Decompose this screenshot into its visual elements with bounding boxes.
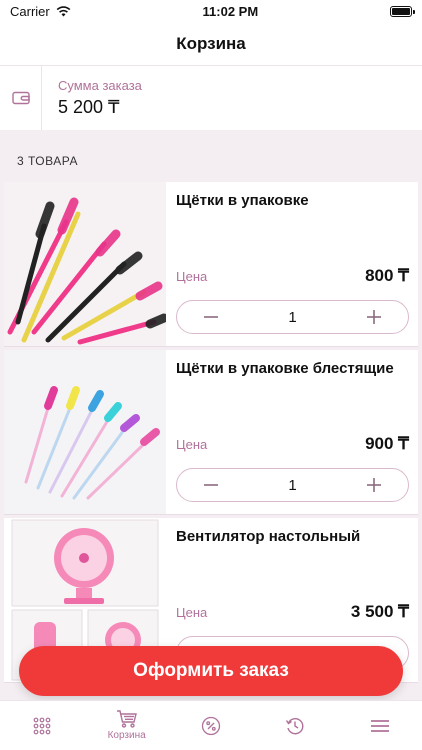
product-image	[4, 182, 166, 346]
nav-bar: Корзина	[0, 22, 422, 66]
price-row: Цена 900 ₸	[176, 434, 409, 454]
glitter-brushes-illustration	[4, 350, 166, 514]
quantity-value: 1	[288, 476, 297, 494]
decrease-button[interactable]	[201, 475, 221, 495]
price-row: Цена 800 ₸	[176, 266, 409, 286]
price-label: Цена	[176, 269, 208, 284]
wifi-icon	[56, 5, 71, 16]
increase-button[interactable]	[364, 307, 384, 327]
product-image	[4, 350, 166, 514]
grid-icon	[33, 717, 51, 734]
minus-icon	[204, 316, 218, 318]
checkout-button[interactable]: Оформить заказ	[19, 646, 403, 696]
carrier-label: Carrier	[10, 3, 50, 19]
battery-icon	[389, 5, 415, 17]
minus-icon	[204, 484, 218, 486]
discount-icon	[201, 716, 221, 735]
plus-icon	[367, 310, 381, 324]
summary-icon-cell	[0, 66, 42, 130]
tab-cart[interactable]: Корзина	[84, 701, 168, 750]
plus-icon	[367, 478, 381, 492]
price-value: 900 ₸	[365, 434, 409, 453]
item-title: Вентилятор настольный	[176, 528, 361, 545]
increase-button[interactable]	[364, 475, 384, 495]
tab-history[interactable]	[253, 701, 337, 750]
page-title: Корзина	[176, 33, 246, 53]
tab-menu[interactable]	[338, 701, 422, 750]
cart-icon	[116, 710, 137, 728]
price-value: 3 500 ₸	[350, 602, 409, 621]
tab-discounts[interactable]	[169, 701, 253, 750]
item-title: Щётки в упаковке	[176, 192, 309, 209]
tab-bar: Корзина	[0, 700, 422, 750]
wallet-icon	[11, 91, 30, 105]
quantity-value: 1	[288, 308, 297, 326]
order-summary: Сумма заказа 5 200 ₸	[0, 66, 422, 130]
summary-text: Сумма заказа 5 200 ₸	[42, 66, 158, 130]
brushes-illustration	[4, 182, 166, 346]
price-value: 800 ₸	[365, 266, 409, 285]
cart-item[interactable]: Щётки в упаковке Цена 800 ₸ 1	[4, 182, 418, 347]
item-body: Щётки в упаковке Цена 800 ₸ 1	[166, 182, 418, 346]
price-label: Цена	[176, 437, 208, 452]
quantity-stepper: 1	[176, 468, 409, 502]
summary-label: Сумма заказа	[58, 78, 142, 93]
checkout-button-label: Оформить заказ	[133, 660, 289, 681]
menu-icon	[370, 719, 389, 732]
price-row: Цена 3 500 ₸	[176, 602, 409, 622]
summary-total: 5 200 ₸	[58, 97, 120, 117]
history-icon	[286, 717, 304, 734]
item-title: Щётки в упаковке блестящие	[176, 360, 394, 377]
status-left: Carrier	[10, 4, 71, 19]
quantity-stepper: 1	[176, 300, 409, 334]
tab-cart-label: Корзина	[107, 730, 146, 741]
tab-catalog[interactable]	[0, 701, 84, 750]
status-time: 11:02 PM	[202, 3, 259, 19]
item-body: Щётки в упаковке блестящие Цена 900 ₸ 1	[166, 350, 418, 514]
status-bar: Carrier 11:02 PM	[0, 0, 422, 22]
cart-item[interactable]: Щётки в упаковке блестящие Цена 900 ₸ 1	[4, 350, 418, 515]
decrease-button[interactable]	[201, 307, 221, 327]
items-count: 3 ТОВАРА	[17, 154, 78, 168]
price-label: Цена	[176, 605, 208, 620]
